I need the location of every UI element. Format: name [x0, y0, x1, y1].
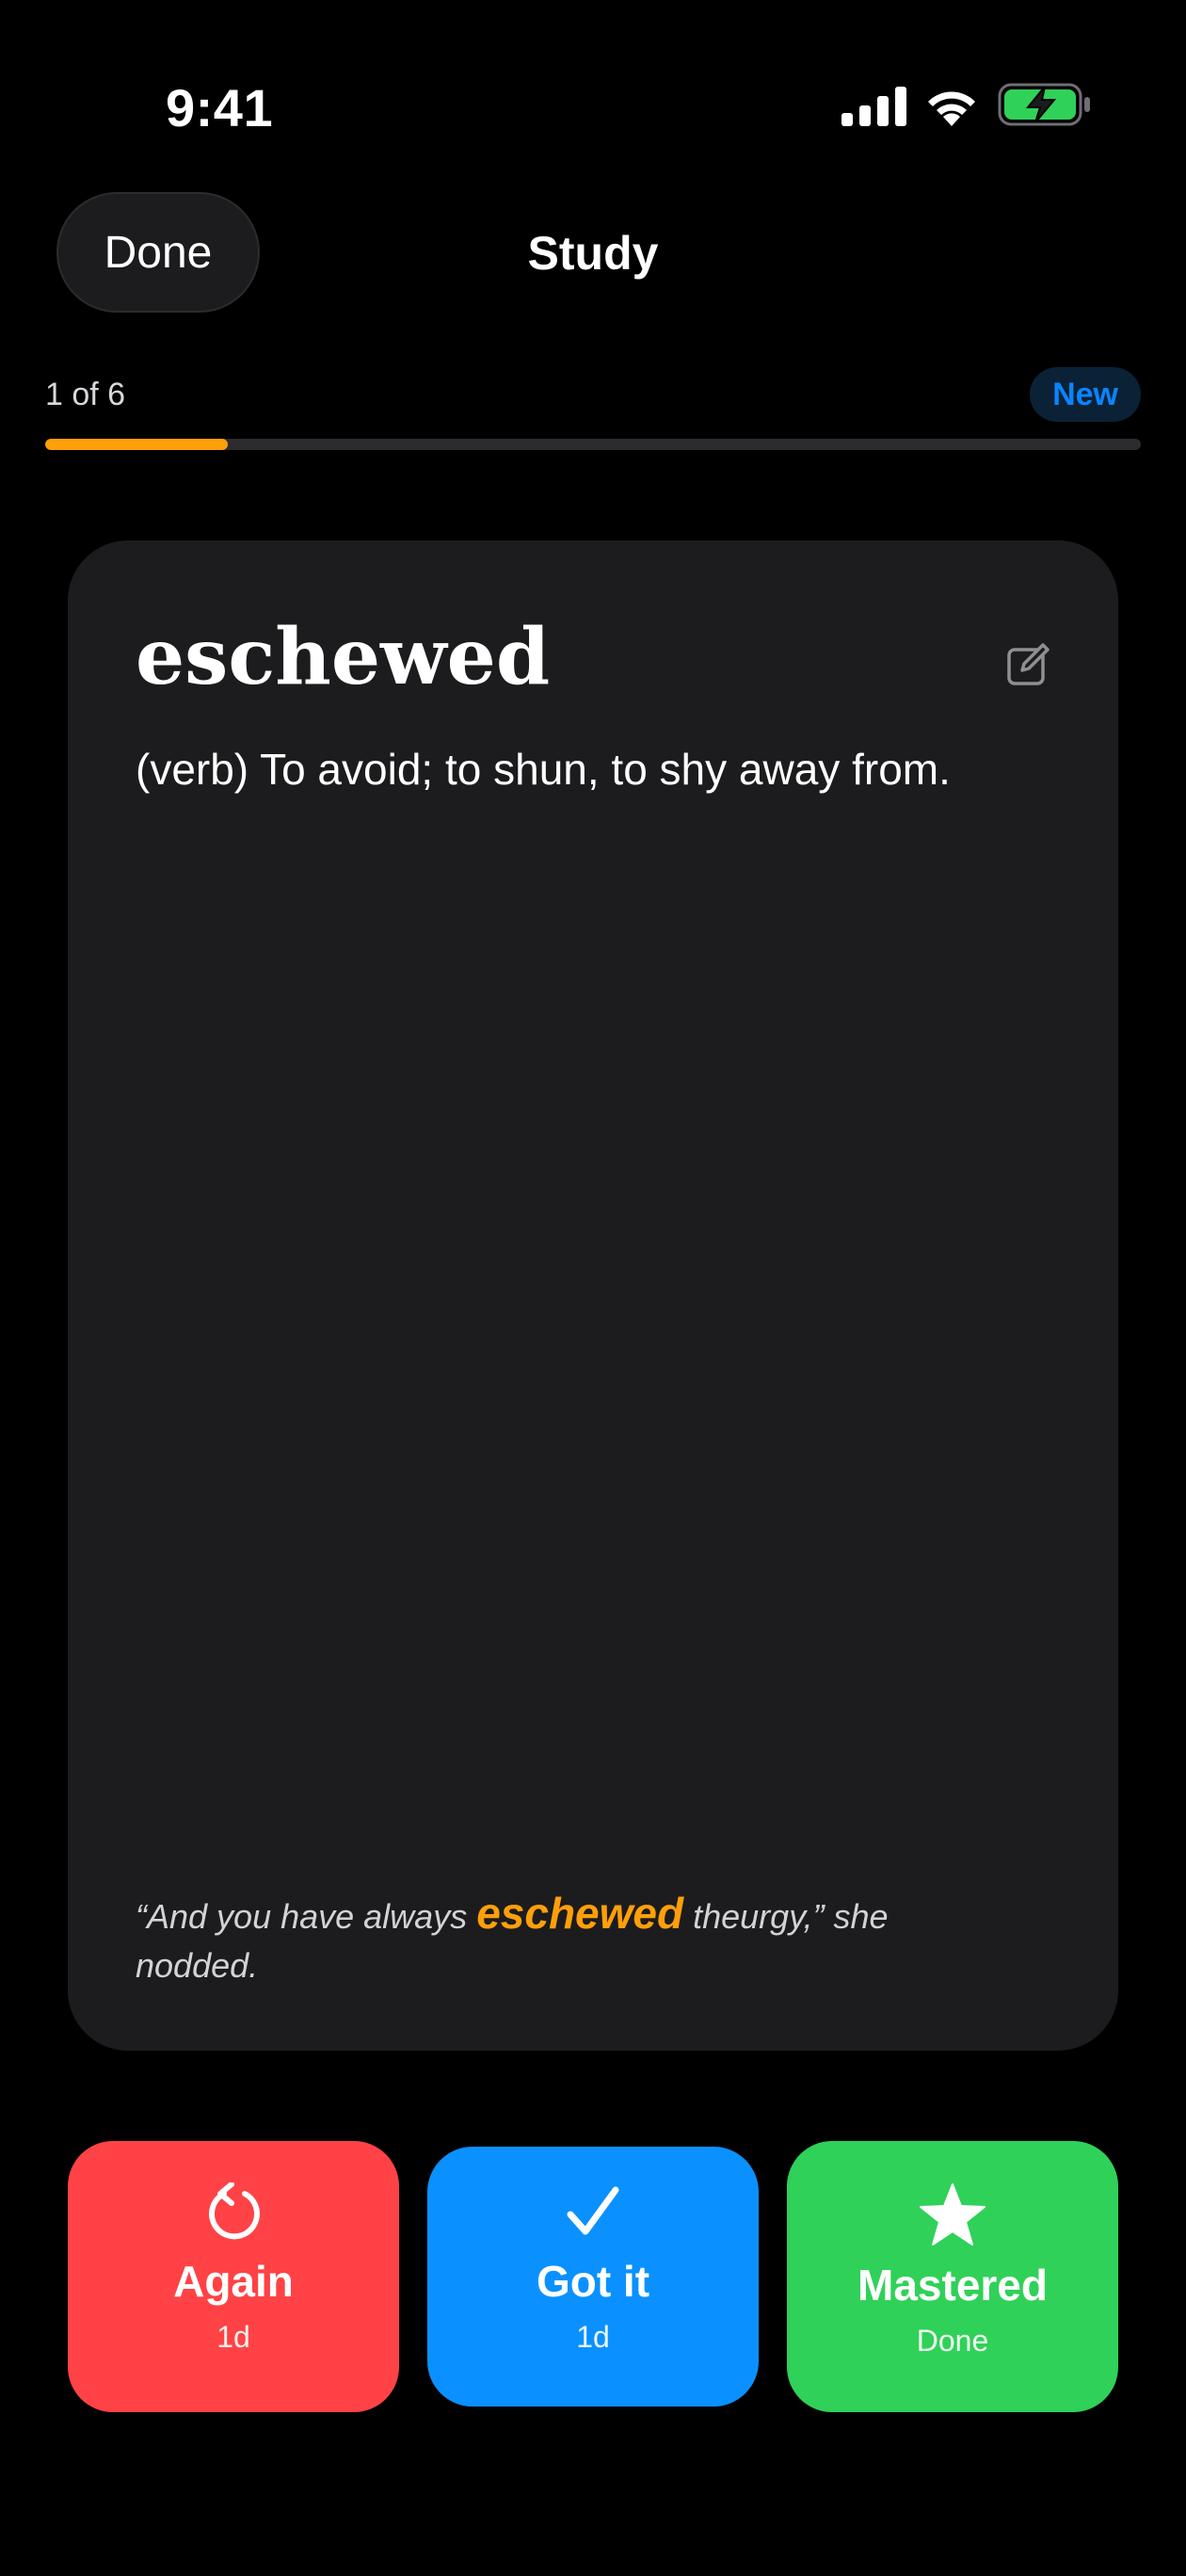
- page-title: Study: [527, 227, 659, 280]
- example-text-before: “And you have always: [136, 1897, 477, 1936]
- checkmark-icon: [567, 2186, 619, 2235]
- mastered-interval: Done: [916, 2324, 989, 2358]
- flashcard[interactable]: eschewed (verb) To avoid; to shun, to sh…: [68, 540, 1118, 2051]
- progress-bar: [45, 439, 1141, 450]
- star-icon: [920, 2183, 986, 2246]
- card-definition: (verb) To avoid; to shun, to shy away fr…: [136, 745, 951, 794]
- battery-charging-icon: [998, 83, 1090, 126]
- progress-counter: 1 of 6: [45, 377, 126, 412]
- again-interval: 1d: [216, 2320, 250, 2354]
- progress-fill: [45, 439, 229, 450]
- wifi-icon: [928, 91, 975, 126]
- status-time: 9:41: [166, 78, 274, 137]
- edit-icon[interactable]: [1005, 642, 1050, 687]
- cellular-signal-icon: [841, 87, 906, 126]
- card-word: eschewed: [136, 612, 551, 702]
- again-label: Again: [173, 2257, 294, 2306]
- got-it-interval: 1d: [576, 2320, 610, 2354]
- card-example-sentence: “And you have always eschewed theurgy,” …: [136, 1889, 945, 1990]
- mastered-button[interactable]: Mastered Done: [787, 2141, 1118, 2412]
- status-icons: [838, 83, 1092, 130]
- mastered-label: Mastered: [857, 2261, 1048, 2310]
- got-it-button[interactable]: Got it 1d: [427, 2147, 759, 2407]
- retry-icon: [209, 2182, 260, 2240]
- got-it-label: Got it: [536, 2257, 650, 2306]
- study-screen: 9:41 Done Study 1 of 6 New eschewed (ver…: [0, 0, 1186, 2576]
- again-button[interactable]: Again 1d: [68, 2141, 399, 2412]
- example-highlighted-word: eschewed: [476, 1889, 684, 1938]
- status-badge: New: [1030, 367, 1141, 422]
